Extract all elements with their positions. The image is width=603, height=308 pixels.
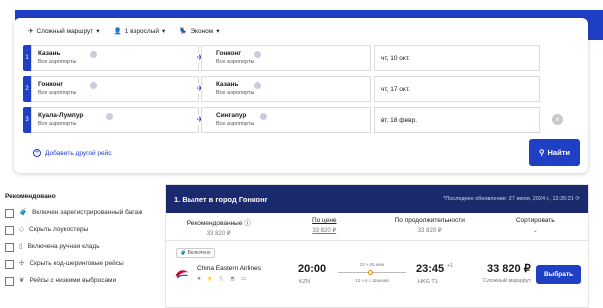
checkbox[interactable] [5,277,14,286]
results-panel: 1. Вылет в город Гонконг *Последнее обно… [165,184,589,308]
from-field[interactable]: Казань Все аэропорты [31,45,199,71]
to-field[interactable]: Казань Все аэропорты [201,76,371,102]
sort-tabs: Рекомендованные ⓘ 33 820 ₽ По цене 33 82… [166,213,588,241]
hand-luggage-icon: ▯ [19,243,23,250]
route-line: 22 ч 45 мин 12 ч в г. Шанхай [338,262,406,283]
remove-leg-icon[interactable]: × [552,114,563,125]
leg-number: 2 [23,76,31,102]
filter-codeshare[interactable]: ✢ Скрыть код-шеринговые рейсы [5,260,160,269]
filters-sidebar: Рекомендовано 🧳 Включен зарегистрированн… [5,193,160,294]
info-icon [90,51,97,58]
plus-circle-icon: + [33,149,41,157]
filter-low-emissions[interactable]: ❦ Рейсы с низкими выбросами [5,277,160,286]
filter-checked-baggage[interactable]: 🧳 Включен зарегистрированный багаж [5,209,160,218]
search-options: ✈ Сложный маршрут ▾ 👤 1 взрослый ▾ 💺 Эко… [28,27,220,36]
baggage-icon: 🧳 [19,209,28,216]
to-field[interactable]: Сингапур Все аэропорты [201,107,371,133]
info-icon [254,82,261,89]
cabin-select[interactable]: 💺 Эконом ▾ [179,27,219,36]
add-flight-link[interactable]: + Добавить другой рейс [33,149,112,157]
checkbox[interactable] [5,260,14,269]
tab-recommended[interactable]: Рекомендованные ⓘ 33 820 ₽ [166,213,272,240]
info-icon [106,113,113,120]
included-badge: 🧳 Включено [176,248,215,258]
stop-dot [368,270,373,275]
flight-card[interactable]: 🧳 Включено China Eastern Airlines ✈ ⚡ 🍴 … [166,241,588,305]
select-button[interactable]: Выбрать [536,265,581,284]
date-field[interactable]: вт, 18 февр. [374,107,540,133]
tab-by-duration[interactable]: По продолжительности 33 820 ₽ [377,213,483,240]
search-icon: ⚲ [539,148,545,157]
date-field[interactable]: чт, 10 окт. [374,45,540,71]
passengers-select[interactable]: 👤 1 взрослый ▾ [114,27,166,36]
info-icon [90,82,97,89]
from-field[interactable]: Куала-Лумпур Все аэропорты [31,107,199,133]
info-icon [254,51,261,58]
filter-hide-lowcost[interactable]: ◇ Скрыть лоукостеры [5,226,160,235]
to-field[interactable]: Гонконг Все аэропорты [201,45,371,71]
leaf-icon: ❦ [19,277,25,284]
route-type-select[interactable]: ✈ Сложный маршрут ▾ [28,27,100,36]
filter-hand-luggage[interactable]: ▯ Включена ручная кладь [5,243,160,252]
airline-logo [175,270,189,279]
last-updated: *Последнее обновление: 27 июля, 2024 г.,… [443,196,580,202]
results-header: 1. Вылет в город Гонконг *Последнее обно… [166,185,588,213]
find-button[interactable]: ⚲ Найти [529,139,580,166]
checkbox[interactable] [5,209,14,218]
tag-icon: ◇ [19,226,24,233]
leg-number: 1 [23,45,31,71]
checkbox[interactable] [5,243,14,252]
search-panel: ✈ Сложный маршрут ▾ 👤 1 взрослый ▾ 💺 Эко… [14,18,588,173]
sidebar-title: Рекомендовано [5,193,56,200]
date-field[interactable]: чт, 17 окт. [374,76,540,102]
tab-sort[interactable]: Сортировать ⌄ [483,213,589,240]
checkbox[interactable] [5,226,14,235]
tab-by-price[interactable]: По цене 33 820 ₽ [272,213,378,240]
amenities-icons: ✈ ⚡ 🍴 ☕ ▭ [197,276,249,282]
codeshare-icon: ✢ [19,260,25,267]
leg-number: 3 [23,107,31,133]
info-icon [260,113,267,120]
from-field[interactable]: Гонконг Все аэропорты [31,76,199,102]
